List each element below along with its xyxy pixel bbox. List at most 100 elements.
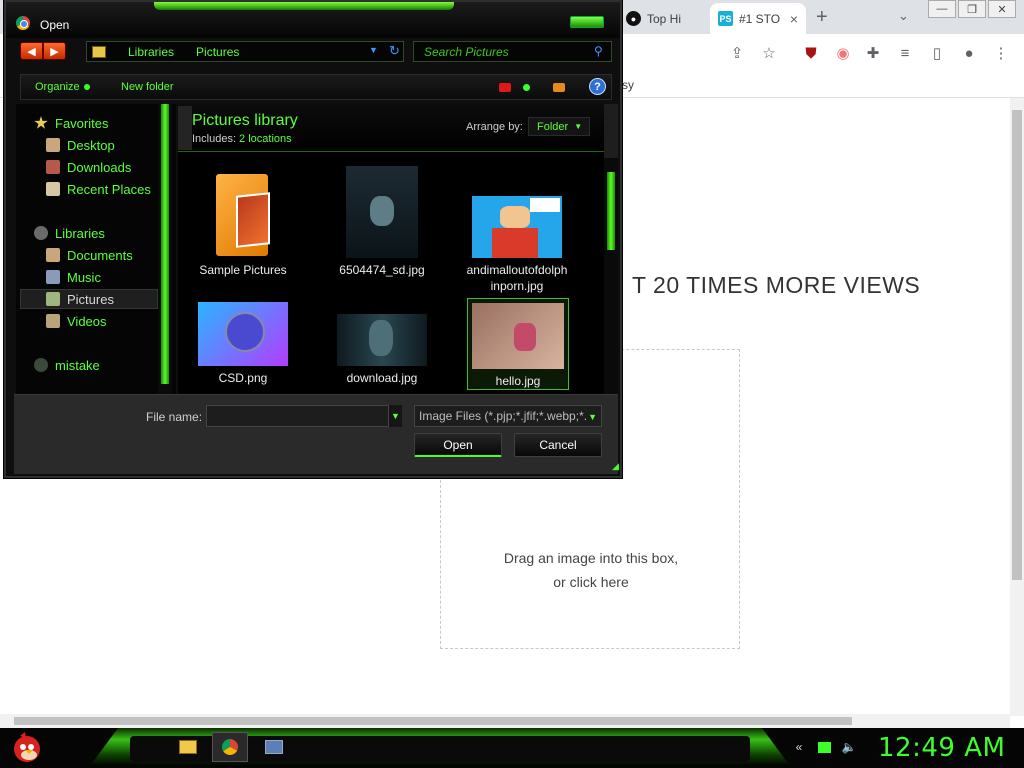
file-type-select[interactable]: Image Files (*.pjp;*.jfif;*.webp;*. ▼	[414, 405, 602, 427]
taskbar-chrome[interactable]	[212, 732, 248, 762]
homegroup-icon	[34, 358, 48, 372]
chevron-down-icon: ▼	[588, 412, 597, 422]
tab-label: Top Hi	[647, 11, 682, 26]
side-panel-icon[interactable]: ▯	[928, 44, 946, 62]
nav-recent-places[interactable]: Recent Places	[46, 179, 151, 199]
new-tab-button[interactable]: +	[816, 6, 828, 29]
taskbar-clock[interactable]: 12:49 AM	[878, 733, 1005, 763]
image-thumbnail	[337, 314, 427, 366]
window-controls: — ❐ ✕	[928, 0, 1018, 18]
nav-desktop[interactable]: Desktop	[46, 135, 115, 155]
page-horizontal-scrollbar[interactable]	[0, 714, 1010, 728]
tab-top[interactable]: ● Top Hi	[618, 3, 710, 34]
dialog-title: Open	[40, 18, 70, 32]
taskbar-explorer[interactable]	[170, 732, 206, 762]
resize-grip-icon[interactable]: ◢	[612, 461, 619, 472]
forward-arrow-icon[interactable]: ▶	[43, 42, 66, 60]
desktop-icon	[46, 138, 60, 152]
refresh-icon[interactable]: ↻	[389, 43, 400, 59]
file-item-sample-pictures[interactable]: Sample Pictures	[192, 170, 294, 278]
music-icon	[46, 270, 60, 284]
minimize-button[interactable]: —	[928, 0, 956, 18]
libraries-icon	[34, 226, 48, 240]
image-thumbnail	[472, 303, 564, 369]
organize-button[interactable]: Organize	[35, 81, 90, 93]
pictures-icon	[46, 292, 60, 306]
file-item-andimall[interactable]: andimalloutofdolphinporn.jpg	[466, 196, 568, 294]
restore-button[interactable]: ❐	[958, 0, 986, 18]
nav-pane-scrollbar[interactable]	[158, 104, 172, 394]
nav-favorites[interactable]: Favorites	[34, 113, 108, 133]
page-headline: T 20 TIMES MORE VIEWS	[632, 272, 921, 298]
ps-favicon-icon: PS	[718, 11, 733, 26]
taskbar	[0, 728, 1024, 768]
tab-label: #1 STO	[739, 11, 781, 26]
bookmark-item[interactable]: sy	[622, 78, 634, 92]
page-vertical-scrollbar[interactable]	[1010, 98, 1024, 716]
favorites-star-icon	[34, 116, 48, 129]
start-button-angry-bird-icon[interactable]	[10, 730, 44, 764]
arrange-by-dropdown[interactable]: Folder ▼	[528, 117, 590, 136]
help-icon[interactable]: ?	[589, 78, 606, 95]
file-name-input[interactable]	[206, 405, 402, 427]
share-icon[interactable]: ⇪	[728, 44, 746, 62]
bookmark-star-icon[interactable]: ☆	[760, 44, 778, 62]
volume-icon[interactable]: 🔈	[842, 740, 857, 754]
back-arrow-icon[interactable]: ◀	[20, 42, 43, 60]
close-window-button[interactable]: ✕	[988, 0, 1016, 18]
nav-music[interactable]: Music	[46, 267, 101, 287]
reading-list-icon[interactable]: ≡	[896, 44, 914, 62]
file-name-dropdown-icon[interactable]: ▼	[388, 405, 402, 427]
menu-kebab-icon[interactable]: ⋮	[992, 44, 1010, 62]
library-title: Pictures library	[192, 112, 298, 129]
view-options-icon[interactable]	[499, 83, 511, 92]
nav-videos[interactable]: Videos	[46, 311, 107, 331]
preview-pane-icon[interactable]	[553, 83, 565, 92]
breadcrumb-pictures[interactable]: Pictures	[196, 45, 239, 59]
tab-sto[interactable]: PS #1 STO ×	[710, 3, 806, 34]
cancel-button[interactable]: Cancel	[514, 433, 602, 457]
nav-libraries[interactable]: Libraries	[34, 223, 105, 243]
address-dropdown-icon[interactable]: ▼	[369, 45, 378, 55]
file-item-6504474[interactable]: 6504474_sd.jpg	[331, 166, 433, 278]
folder-icon	[179, 740, 197, 754]
dialog-close-button[interactable]	[570, 16, 604, 28]
file-item-download[interactable]: download.jpg	[331, 314, 433, 386]
taskbar-app[interactable]	[256, 732, 292, 762]
open-button[interactable]: Open	[414, 433, 502, 457]
image-thumbnail	[472, 196, 562, 258]
file-item-csd[interactable]: CSD.png	[192, 302, 294, 386]
library-includes: Includes: 2 locations	[192, 133, 292, 145]
image-thumbnail	[198, 302, 288, 366]
dialog-titlebar[interactable]: Open	[6, 2, 620, 38]
search-placeholder: Search Pictures	[424, 45, 509, 59]
image-thumbnail	[346, 166, 418, 258]
navigation-row: ◀ ▶ Libraries Pictures ▼ ↻ Search Pictur…	[16, 40, 612, 64]
battery-icon[interactable]	[818, 742, 831, 753]
nav-downloads[interactable]: Downloads	[46, 157, 131, 177]
tray-chevron-icon[interactable]: «	[792, 740, 806, 754]
nav-documents[interactable]: Documents	[46, 245, 133, 265]
folder-icon	[212, 170, 274, 258]
search-icon[interactable]: ⚲	[594, 44, 603, 58]
tab-search-chevron-icon[interactable]: ⌄	[898, 8, 909, 24]
nav-pictures[interactable]: Pictures	[20, 289, 158, 309]
breadcrumb-libraries[interactable]: Libraries	[128, 45, 174, 59]
file-list-scrollbar[interactable]	[604, 104, 618, 394]
library-header: Pictures library Includes: 2 locations Ar…	[178, 104, 606, 152]
extension-flag-icon[interactable]: ◉	[834, 44, 852, 62]
library-locations-link[interactable]: 2 locations	[239, 133, 292, 145]
ublock-extension-icon[interactable]: ⛊	[802, 44, 820, 62]
drop-zone-line2: or click here	[553, 574, 629, 590]
file-name: andimalloutofdolphinporn.jpg	[466, 263, 568, 293]
nav-mistake[interactable]: mistake	[34, 355, 100, 375]
profile-avatar-icon[interactable]: ●	[960, 44, 978, 62]
new-folder-button[interactable]: New folder	[121, 81, 174, 93]
close-tab-icon[interactable]: ×	[790, 11, 798, 27]
downloads-icon	[46, 160, 60, 174]
address-bar[interactable]: Libraries Pictures ▼ ↻	[86, 41, 404, 62]
extensions-puzzle-icon[interactable]: ✚	[864, 44, 882, 62]
file-item-hello[interactable]: hello.jpg	[467, 298, 569, 390]
search-input[interactable]: Search Pictures ⚲	[413, 41, 612, 62]
recent-places-icon	[46, 182, 60, 196]
